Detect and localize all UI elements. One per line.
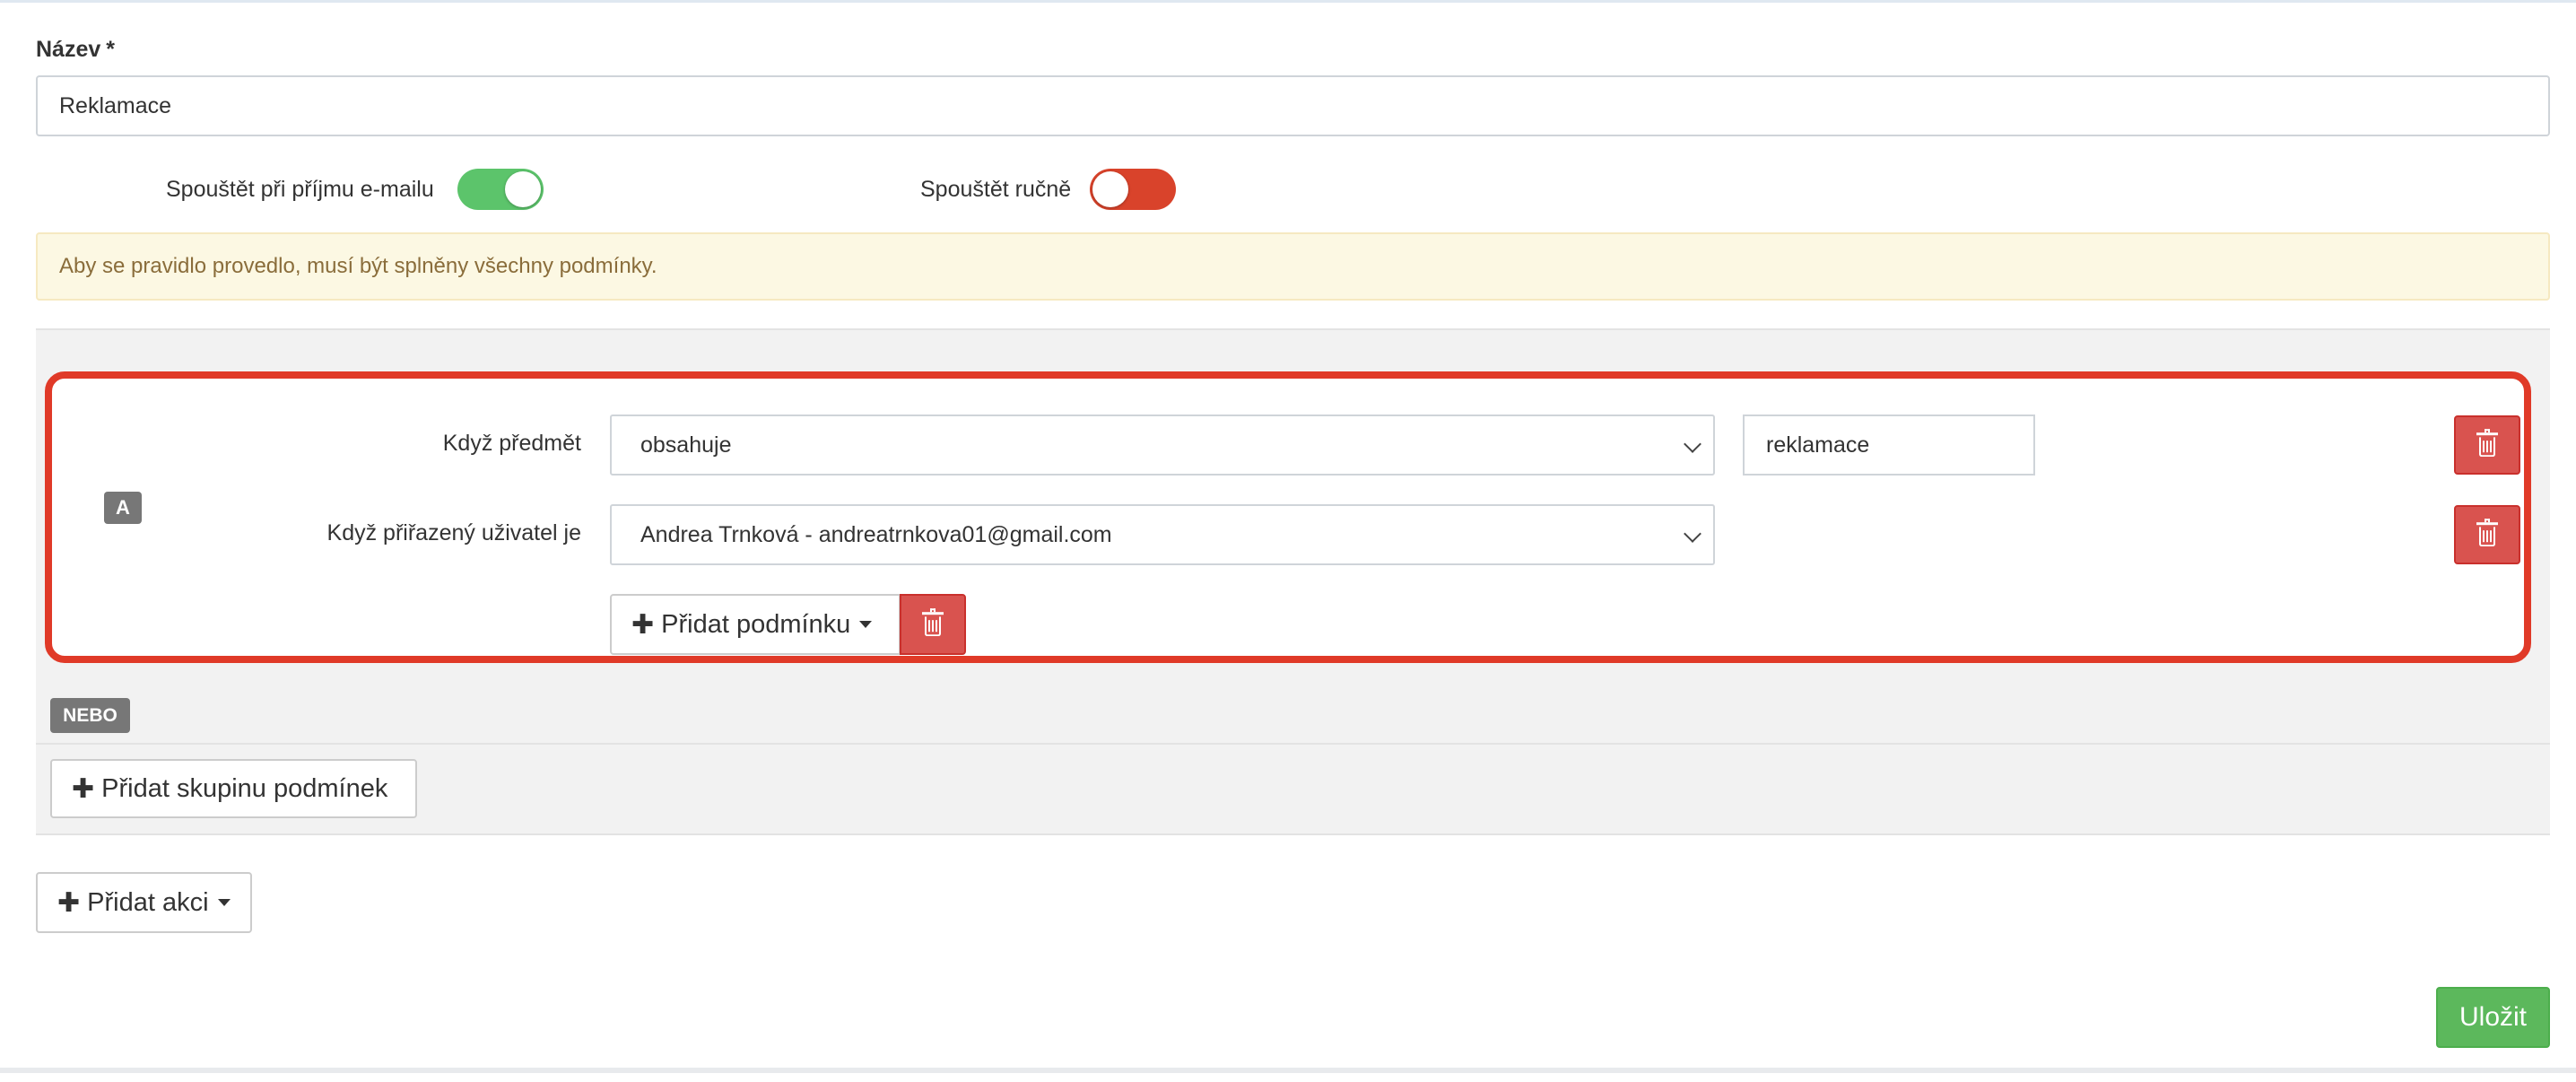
divider — [36, 743, 2550, 745]
select-value: obsahuje — [640, 432, 732, 458]
plus-icon: ✚ — [72, 773, 95, 804]
caret-down-icon — [859, 621, 873, 628]
conditions-alert: Aby se pravidlo provedlo, musí být splně… — [36, 232, 2550, 301]
add-condition-label: Přidat podmínku — [661, 609, 851, 639]
toggle-manual-switch[interactable] — [1090, 169, 1176, 210]
caret-down-icon — [217, 899, 231, 906]
trash-icon — [2476, 429, 2498, 458]
condition-value-input[interactable] — [1743, 414, 2035, 476]
add-condition-group-button[interactable]: ✚ Přidat skupinu podmínek — [50, 759, 417, 818]
toggle-manual-label: Spouštět ručně — [920, 177, 1072, 202]
chevron-down-icon — [1684, 525, 1701, 543]
select-value: Andrea Trnková - andreatrnkova01@gmail.c… — [640, 522, 1112, 547]
assigned-user-select[interactable]: Andrea Trnková - andreatrnkova01@gmail.c… — [610, 504, 1715, 565]
group-badge: A — [104, 492, 142, 524]
chevron-down-icon — [1684, 435, 1701, 453]
add-action-label: Přidat akci — [87, 887, 209, 917]
toggle-email-label: Spouštět při příjmu e-mailu — [166, 177, 434, 202]
trash-icon — [922, 608, 944, 637]
plus-icon: ✚ — [57, 887, 81, 918]
plus-icon: ✚ — [631, 609, 655, 640]
or-badge: NEBO — [50, 698, 130, 733]
add-action-button[interactable]: ✚ Přidat akci — [36, 872, 252, 933]
toggle-knob — [505, 171, 541, 207]
required-mark: * — [106, 37, 115, 62]
condition-label-subject: Když předmět — [442, 431, 581, 456]
delete-group-button[interactable] — [900, 594, 966, 655]
toggle-knob — [1092, 171, 1128, 207]
condition-label-assigned-user: Když přiřazený uživatel je — [326, 520, 581, 545]
toggle-email-switch[interactable] — [457, 169, 544, 210]
delete-condition-button[interactable] — [2454, 415, 2520, 475]
save-button[interactable]: Uložit — [2436, 987, 2550, 1048]
add-condition-button[interactable]: ✚ Přidat podmínku — [610, 594, 901, 655]
rule-form-panel: Název* Spouštět při příjmu e-mailu Spouš… — [0, 0, 2576, 1073]
name-input[interactable] — [36, 75, 2550, 136]
delete-condition-button[interactable] — [2454, 505, 2520, 564]
name-label-text: Název — [36, 37, 101, 62]
trash-icon — [2476, 519, 2498, 547]
add-group-label: Přidat skupinu podmínek — [101, 773, 388, 803]
condition-operator-select[interactable]: obsahuje — [610, 414, 1715, 476]
name-label: Název * — [36, 37, 115, 63]
